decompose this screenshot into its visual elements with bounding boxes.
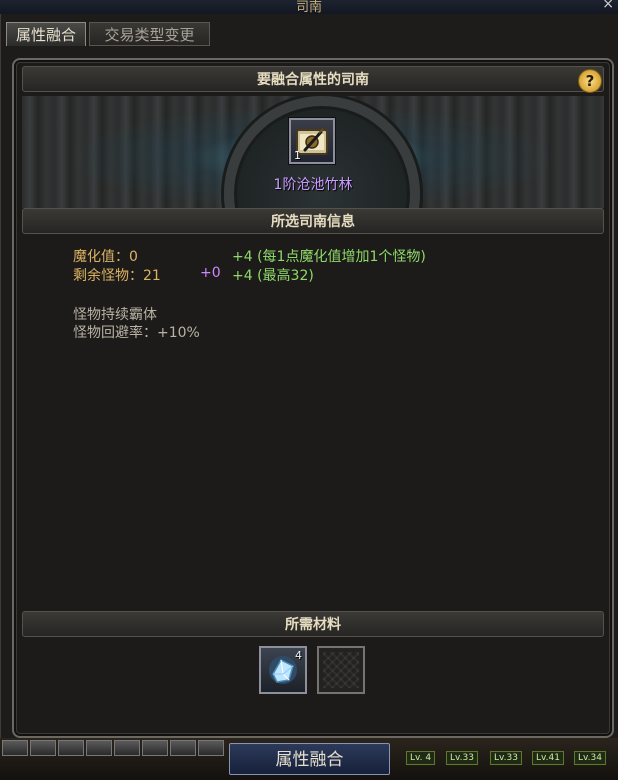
tab-attribute-fusion[interactable]: 属性融合 <box>6 22 86 46</box>
level-badge: Lv.41 <box>532 751 564 765</box>
remaining-monsters-label: 剩余怪物：21 <box>73 268 161 284</box>
window-titlebar: 司南 × <box>0 0 618 15</box>
corruption-bonus: +4 (每1点魔化值增加1个怪物) <box>232 249 426 265</box>
skill-icon[interactable] <box>114 740 140 756</box>
skill-icon[interactable] <box>170 740 196 756</box>
close-icon[interactable]: × <box>602 0 614 12</box>
trait-evasion: 怪物回避率：+10% <box>73 325 200 341</box>
level-badge: Lv.33 <box>490 751 522 765</box>
selected-compass-slot[interactable]: 1 <box>289 118 335 164</box>
skill-icon[interactable] <box>86 740 112 756</box>
material-count: 4 <box>295 649 302 662</box>
materials-section-header: 所需材料 <box>22 611 604 637</box>
window-title: 司南 <box>295 0 322 15</box>
skill-icon[interactable] <box>58 740 84 756</box>
remaining-plus: +0 <box>200 265 221 281</box>
help-icon[interactable]: ? <box>578 69 602 93</box>
item-count: 1 <box>294 149 301 162</box>
corruption-label: 魔化值：0 <box>73 249 138 265</box>
level-badge: Lv.34 <box>574 751 606 765</box>
material-slot-2[interactable] <box>317 646 365 694</box>
fuse-attributes-button[interactable]: 属性融合 <box>229 743 390 775</box>
level-badge: Lv. 4 <box>406 751 436 765</box>
trait-super-armor: 怪物持续霸体 <box>73 307 157 323</box>
empty-slot-pattern <box>323 652 359 688</box>
level-badge: Lv.33 <box>446 751 478 765</box>
material-slot-1[interactable]: 4 <box>259 646 307 694</box>
info-section-header: 所选司南信息 <box>22 208 604 234</box>
tab-trade-type-change[interactable]: 交易类型变更 <box>89 22 210 46</box>
skill-icon[interactable] <box>30 740 56 756</box>
skill-icon[interactable] <box>2 740 28 756</box>
skill-icon[interactable] <box>142 740 168 756</box>
skill-icon[interactable] <box>198 740 224 756</box>
target-section-header: 要融合属性的司南 <box>22 66 604 92</box>
selected-item-name: 1阶沧池竹林 <box>273 177 353 193</box>
remaining-bonus: +4 (最高32) <box>232 268 314 284</box>
